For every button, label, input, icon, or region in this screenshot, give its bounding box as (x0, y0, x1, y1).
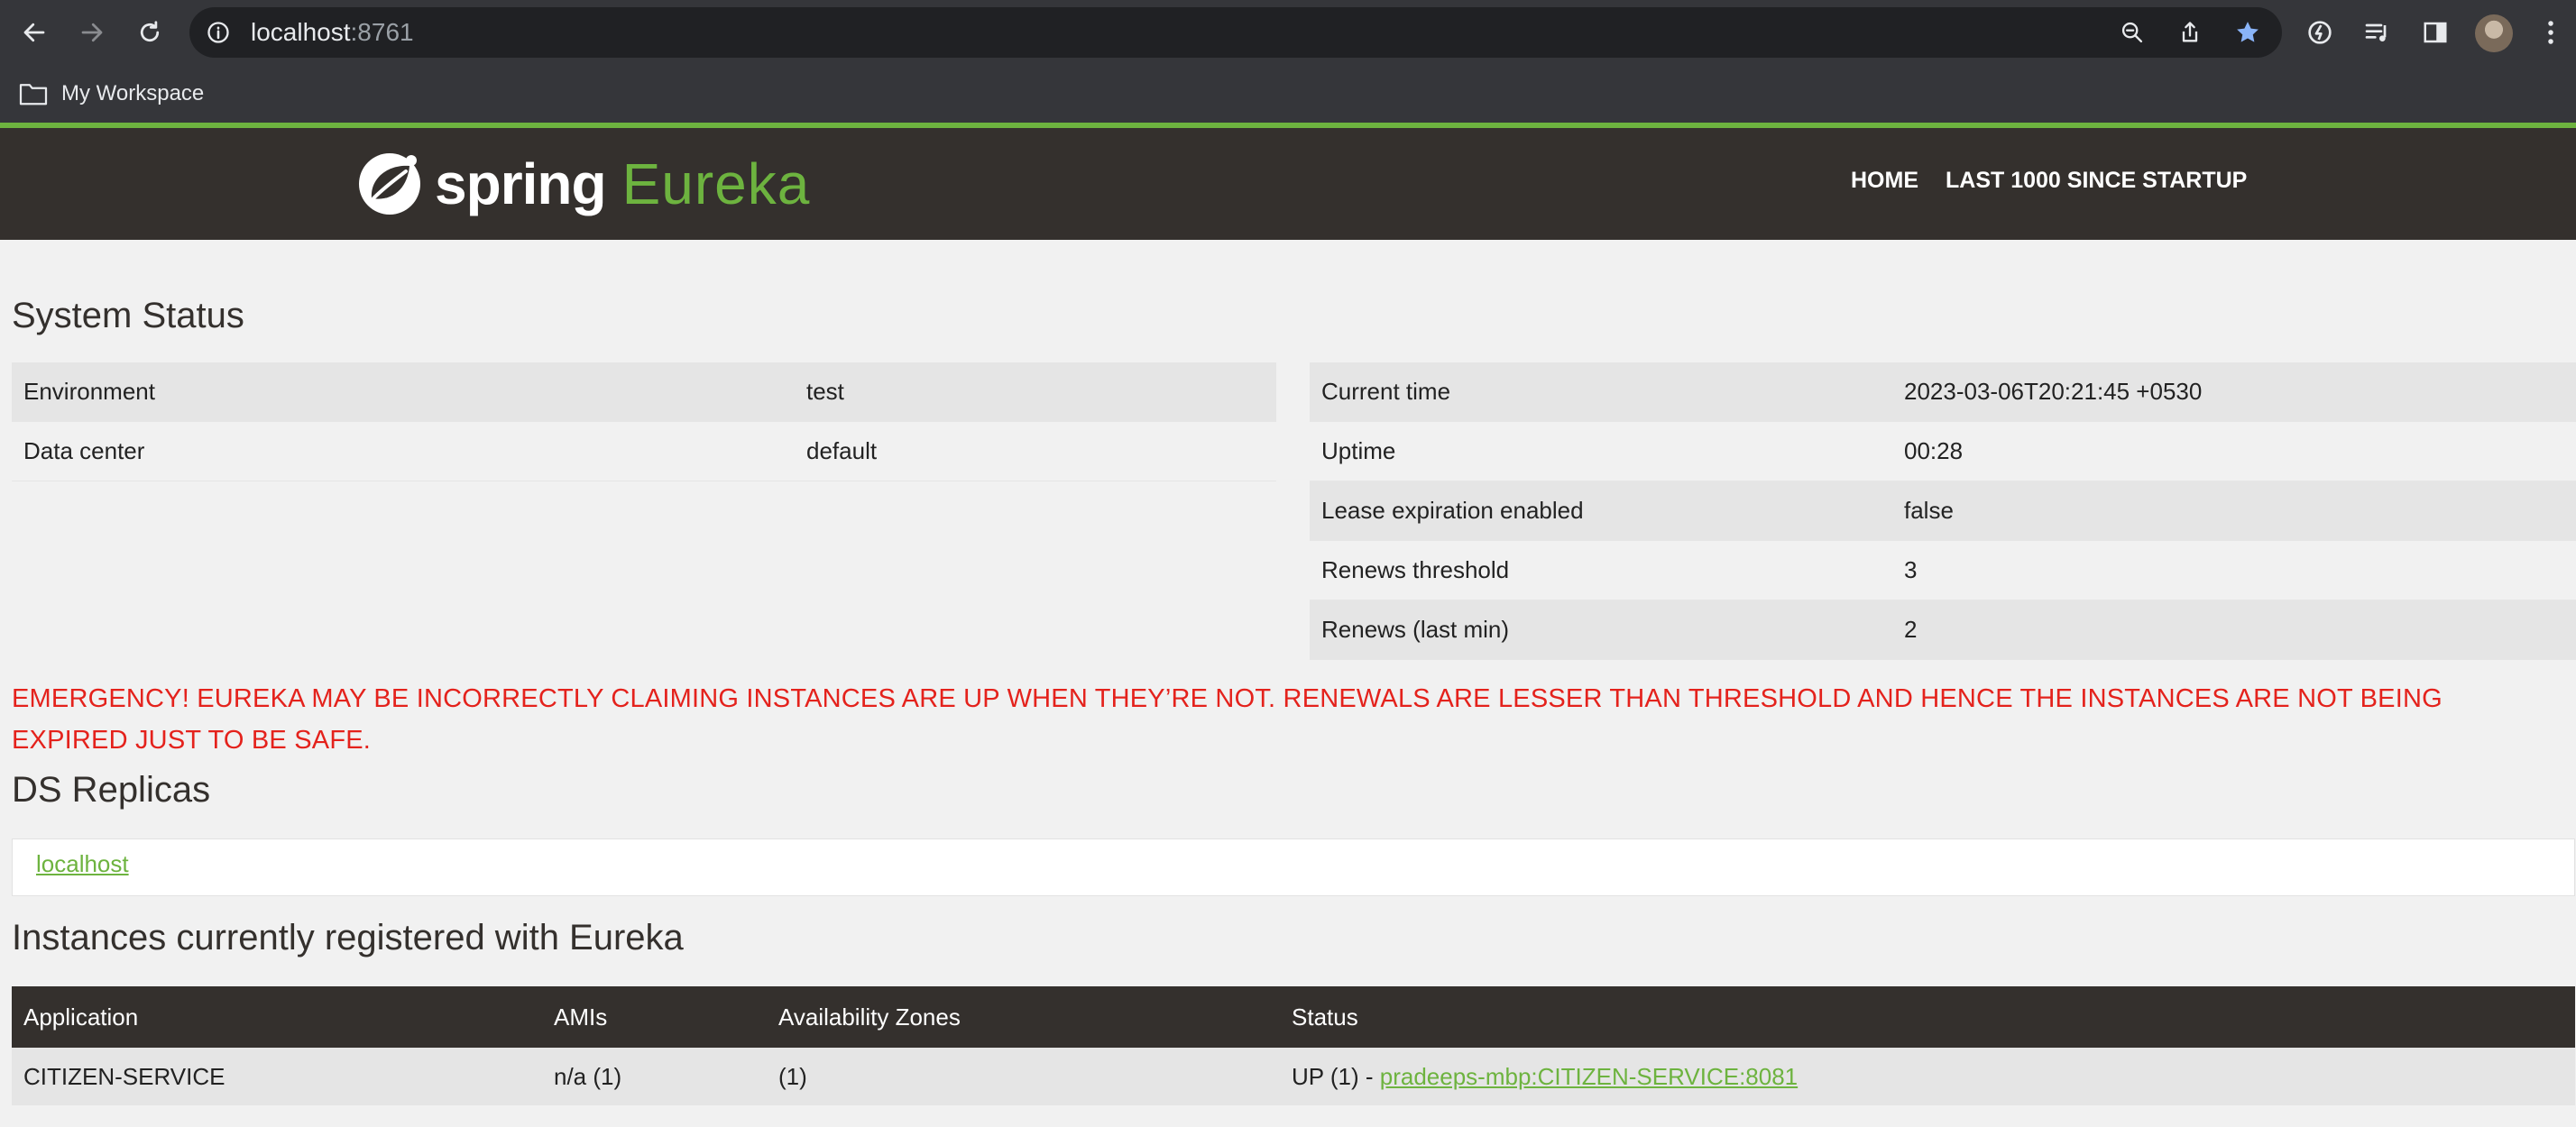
status-value: false (1892, 481, 2576, 541)
cell-application: CITIZEN-SERVICE (12, 1048, 542, 1105)
emergency-warning: EMERGENCY! EUREKA MAY BE INCORRECTLY CLA… (12, 684, 2443, 755)
status-label: Uptime (1310, 421, 1892, 481)
browser-toolbar: localhost:8761 (0, 0, 2576, 65)
nav-last-1000-link[interactable]: LAST 1000 SINCE STARTUP (1946, 168, 2247, 194)
side-panel-icon[interactable] (2419, 16, 2452, 49)
nav-home-link[interactable]: HOME (1851, 168, 1918, 194)
status-value: 3 (1892, 540, 2576, 600)
more-menu-icon[interactable] (2535, 16, 2567, 49)
replica-link-localhost[interactable]: localhost (36, 850, 129, 878)
bookmark-my-workspace[interactable]: My Workspace (18, 76, 204, 112)
instance-link[interactable]: pradeeps-mbp:CITIZEN-SERVICE:8081 (1380, 1063, 1798, 1090)
back-arrow-icon[interactable] (18, 16, 51, 49)
status-value: 00:28 (1892, 421, 2576, 481)
bookmarks-bar: My Workspace (0, 65, 2576, 123)
bookmark-label: My Workspace (61, 81, 205, 105)
status-prefix: UP (1) - (1292, 1062, 1380, 1090)
top-nav-links: HOME LAST 1000 SINCE STARTUP (1851, 168, 2247, 194)
status-value: 2 (1892, 600, 2576, 660)
status-label: Renews threshold (1310, 540, 1892, 600)
extension-icon[interactable] (2304, 16, 2336, 49)
column-header-availability-zones: Availability Zones (767, 986, 1280, 1048)
ds-replicas-list: localhost (12, 838, 2575, 896)
instances-title: Instances currently registered with Eure… (12, 918, 684, 957)
url-text: localhost:8761 (251, 18, 414, 47)
status-label: Lease expiration enabled (1310, 481, 1892, 541)
status-value: default (795, 421, 1276, 481)
status-label: Environment (12, 362, 795, 422)
status-row: Current time 2023-03-06T20:21:45 +0530 (1310, 362, 2576, 422)
media-queue-icon[interactable] (2361, 16, 2394, 49)
instances-header-row: Application AMIs Availability Zones Stat… (12, 986, 2575, 1048)
forward-arrow-icon[interactable] (76, 16, 108, 49)
status-row: Renews (last min) 2 (1310, 600, 2576, 660)
ds-replicas-title: DS Replicas (12, 770, 211, 810)
status-label: Data center (12, 421, 795, 481)
reload-icon[interactable] (133, 16, 166, 49)
cell-status: UP (1) - pradeeps-mbp:CITIZEN-SERVICE:80… (1280, 1048, 2575, 1105)
eureka-navbar: spring Eureka HOME LAST 1000 SINCE START… (0, 128, 2576, 240)
url-port: :8761 (350, 18, 414, 46)
status-row: Renews threshold 3 (1310, 540, 2576, 600)
column-header-status: Status (1280, 986, 2575, 1048)
column-header-application: Application (12, 986, 542, 1048)
folder-icon (19, 84, 48, 105)
system-status-title: System Status (12, 296, 244, 335)
profile-avatar[interactable] (2475, 14, 2513, 52)
site-info-icon[interactable] (206, 20, 231, 50)
status-row: Lease expiration enabled false (1310, 481, 2576, 541)
status-row: Environment test (12, 362, 1276, 422)
system-status-right-table: Current time 2023-03-06T20:21:45 +0530 U… (1310, 362, 2576, 660)
cell-zones: (1) (767, 1048, 1280, 1105)
cell-amis: n/a (1) (542, 1048, 767, 1105)
brand-eureka-text: Eureka (621, 151, 811, 216)
status-value: 2023-03-06T20:21:45 +0530 (1892, 362, 2576, 422)
address-bar[interactable]: localhost:8761 (189, 7, 2282, 58)
status-label: Renews (last min) (1310, 600, 1892, 660)
spring-eureka-logo[interactable]: spring Eureka (357, 148, 810, 220)
status-row: Uptime 00:28 (1310, 421, 2576, 481)
url-host: localhost (251, 18, 351, 46)
share-icon[interactable] (2176, 18, 2204, 47)
brand-spring-text: spring (435, 151, 607, 216)
spring-leaf-icon (359, 153, 420, 215)
zoom-icon[interactable] (2118, 18, 2147, 47)
status-value: test (795, 362, 1276, 422)
status-row: Data center default (12, 421, 1276, 481)
status-label: Current time (1310, 362, 1892, 422)
system-status-left-table: Environment test Data center default (12, 362, 1276, 481)
table-row: CITIZEN-SERVICE n/a (1) (1) UP (1) - pra… (12, 1048, 2575, 1105)
column-header-amis: AMIs (542, 986, 767, 1048)
instances-table: Application AMIs Availability Zones Stat… (12, 986, 2575, 1105)
bookmark-star-icon[interactable] (2233, 18, 2262, 47)
